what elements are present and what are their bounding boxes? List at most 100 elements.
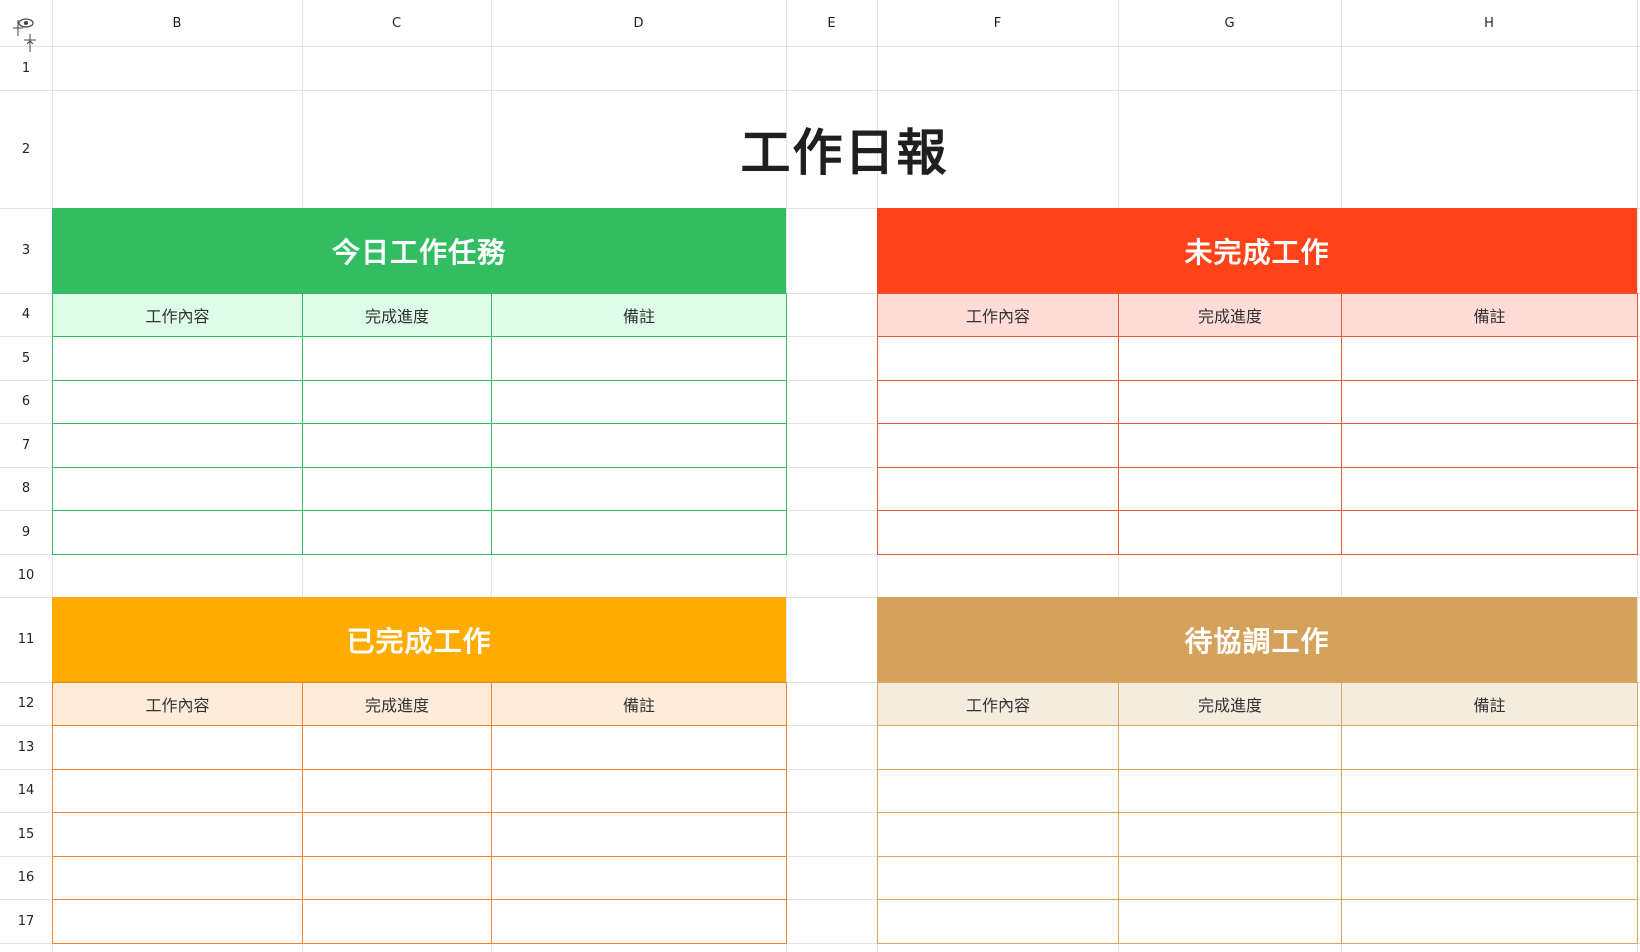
table-cell[interactable] [1341, 899, 1638, 944]
table-cell[interactable] [1341, 856, 1638, 900]
table-cell[interactable] [302, 812, 492, 857]
table-cell[interactable] [1118, 380, 1342, 424]
row-header-6[interactable]: 6 [0, 380, 52, 423]
table-cell[interactable] [1118, 899, 1342, 944]
block-column-header: 工作內容 [52, 293, 303, 337]
table-cell[interactable] [491, 899, 787, 944]
table-cell[interactable] [302, 467, 492, 511]
block-column-header: 工作內容 [877, 682, 1119, 726]
table-cell[interactable] [1341, 725, 1638, 770]
table-cell[interactable] [302, 380, 492, 424]
block-column-header: 備註 [491, 682, 787, 726]
table-cell[interactable] [52, 856, 303, 900]
column-header-g[interactable]: G [1118, 0, 1341, 46]
block-column-header: 完成進度 [302, 682, 492, 726]
column-header-d[interactable]: D [491, 0, 786, 46]
row-header-15[interactable]: 15 [0, 812, 52, 856]
block-title: 已完成工作 [52, 597, 786, 682]
table-cell[interactable] [1118, 725, 1342, 770]
table-cell[interactable] [302, 725, 492, 770]
table-cell[interactable] [491, 769, 787, 813]
block-column-header: 完成進度 [1118, 293, 1342, 337]
row-header-12[interactable]: 12 [0, 682, 52, 725]
table-cell[interactable] [1118, 336, 1342, 381]
table-cell[interactable] [491, 812, 787, 857]
table-cell[interactable] [302, 769, 492, 813]
row-header-17[interactable]: 17 [0, 899, 52, 943]
table-cell[interactable] [52, 899, 303, 944]
table-cell[interactable] [877, 380, 1119, 424]
table-cell[interactable] [52, 510, 303, 555]
row-header-5[interactable]: 5 [0, 336, 52, 380]
grid-hline [0, 46, 1640, 47]
column-header-f[interactable]: F [877, 0, 1118, 46]
block-column-header: 備註 [1341, 293, 1638, 337]
row-header-7[interactable]: 7 [0, 423, 52, 467]
table-cell[interactable] [52, 725, 303, 770]
row-header-10[interactable]: 10 [0, 554, 52, 597]
table-cell[interactable] [302, 510, 492, 555]
row-header-11[interactable]: 11 [0, 597, 52, 682]
table-cell[interactable] [302, 336, 492, 381]
row-header-13[interactable]: 13 [0, 725, 52, 769]
table-cell[interactable] [52, 467, 303, 511]
block-column-header: 完成進度 [302, 293, 492, 337]
table-cell[interactable] [52, 769, 303, 813]
table-cell[interactable] [1118, 856, 1342, 900]
row-header-14[interactable]: 14 [0, 769, 52, 812]
page-title: 工作日報 [740, 124, 949, 182]
table-cell[interactable] [52, 336, 303, 381]
column-header-b[interactable]: B [52, 0, 302, 46]
block-title: 待協調工作 [877, 597, 1637, 682]
table-cell[interactable] [877, 769, 1119, 813]
table-cell[interactable] [1118, 769, 1342, 813]
block-column-header: 完成進度 [1118, 682, 1342, 726]
table-cell[interactable] [877, 812, 1119, 857]
table-cell[interactable] [1341, 510, 1638, 555]
table-cell[interactable] [1341, 336, 1638, 381]
table-cell[interactable] [302, 423, 492, 468]
table-cell[interactable] [877, 336, 1119, 381]
table-cell[interactable] [1341, 423, 1638, 468]
table-cell[interactable] [1341, 769, 1638, 813]
column-header-h[interactable]: H [1341, 0, 1637, 46]
block-title: 今日工作任務 [52, 208, 786, 293]
column-header-e[interactable]: E [786, 0, 877, 46]
table-cell[interactable] [877, 856, 1119, 900]
column-header-c[interactable]: C [302, 0, 491, 46]
table-cell[interactable] [877, 725, 1119, 770]
block-column-header: 備註 [1341, 682, 1638, 726]
table-cell[interactable] [491, 856, 787, 900]
table-cell[interactable] [1118, 467, 1342, 511]
table-cell[interactable] [491, 467, 787, 511]
table-cell[interactable] [491, 380, 787, 424]
table-cell[interactable] [491, 423, 787, 468]
table-cell[interactable] [1118, 510, 1342, 555]
table-cell[interactable] [1341, 812, 1638, 857]
block-column-header: 工作內容 [877, 293, 1119, 337]
table-cell[interactable] [877, 467, 1119, 511]
table-cell[interactable] [52, 423, 303, 468]
table-cell[interactable] [302, 899, 492, 944]
table-cell[interactable] [877, 510, 1119, 555]
freeze-panes-icon[interactable] [10, 14, 40, 54]
table-cell[interactable] [491, 510, 787, 555]
table-cell[interactable] [1341, 467, 1638, 511]
row-header-16[interactable]: 16 [0, 856, 52, 899]
table-cell[interactable] [1118, 423, 1342, 468]
table-cell[interactable] [52, 380, 303, 424]
row-header-3[interactable]: 3 [0, 208, 52, 293]
row-header-2[interactable]: 2 [0, 90, 52, 208]
block-column-header: 備註 [491, 293, 787, 337]
row-header-4[interactable]: 4 [0, 293, 52, 336]
table-cell[interactable] [1341, 380, 1638, 424]
table-cell[interactable] [302, 856, 492, 900]
table-cell[interactable] [1118, 812, 1342, 857]
table-cell[interactable] [52, 812, 303, 857]
table-cell[interactable] [877, 899, 1119, 944]
row-header-8[interactable]: 8 [0, 467, 52, 510]
table-cell[interactable] [877, 423, 1119, 468]
row-header-9[interactable]: 9 [0, 510, 52, 554]
table-cell[interactable] [491, 725, 787, 770]
table-cell[interactable] [491, 336, 787, 381]
